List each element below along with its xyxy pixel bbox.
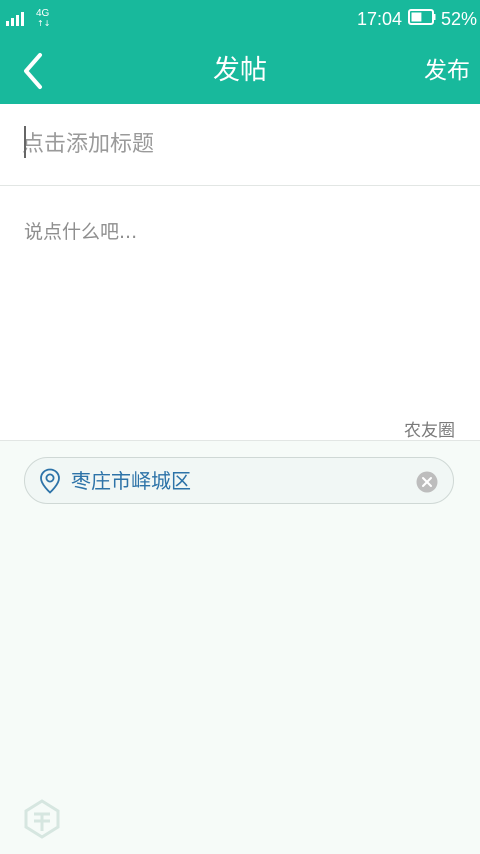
page-title: 发帖 [213, 55, 267, 86]
status-bar: 4G ↑↓ 17:04 52% [0, 0, 480, 38]
battery-percent: 52% [441, 9, 478, 29]
title-bar: 发帖 发布 [0, 38, 480, 104]
network-activity-icon: ↑↓ [37, 19, 51, 28]
content-input[interactable] [24, 218, 454, 388]
clock: 17:04 [357, 9, 403, 29]
clear-icon[interactable] [416, 471, 438, 493]
location-selector[interactable]: 枣庄市峄城区 [24, 457, 454, 504]
location-pin-icon [40, 468, 60, 494]
publish-button[interactable]: 发布 [424, 56, 470, 86]
circle-selector[interactable]: 农友圈 [404, 416, 455, 441]
battery-icon [408, 9, 436, 25]
location-text: 枣庄市峄城区 [71, 469, 191, 493]
watermark-logo [24, 799, 60, 839]
text-cursor [24, 126, 26, 158]
content-area: 农友圈 [0, 186, 480, 441]
title-row [0, 104, 480, 186]
title-input[interactable] [22, 124, 452, 164]
network-type: 4G [36, 8, 50, 19]
signal-icon [6, 12, 24, 26]
